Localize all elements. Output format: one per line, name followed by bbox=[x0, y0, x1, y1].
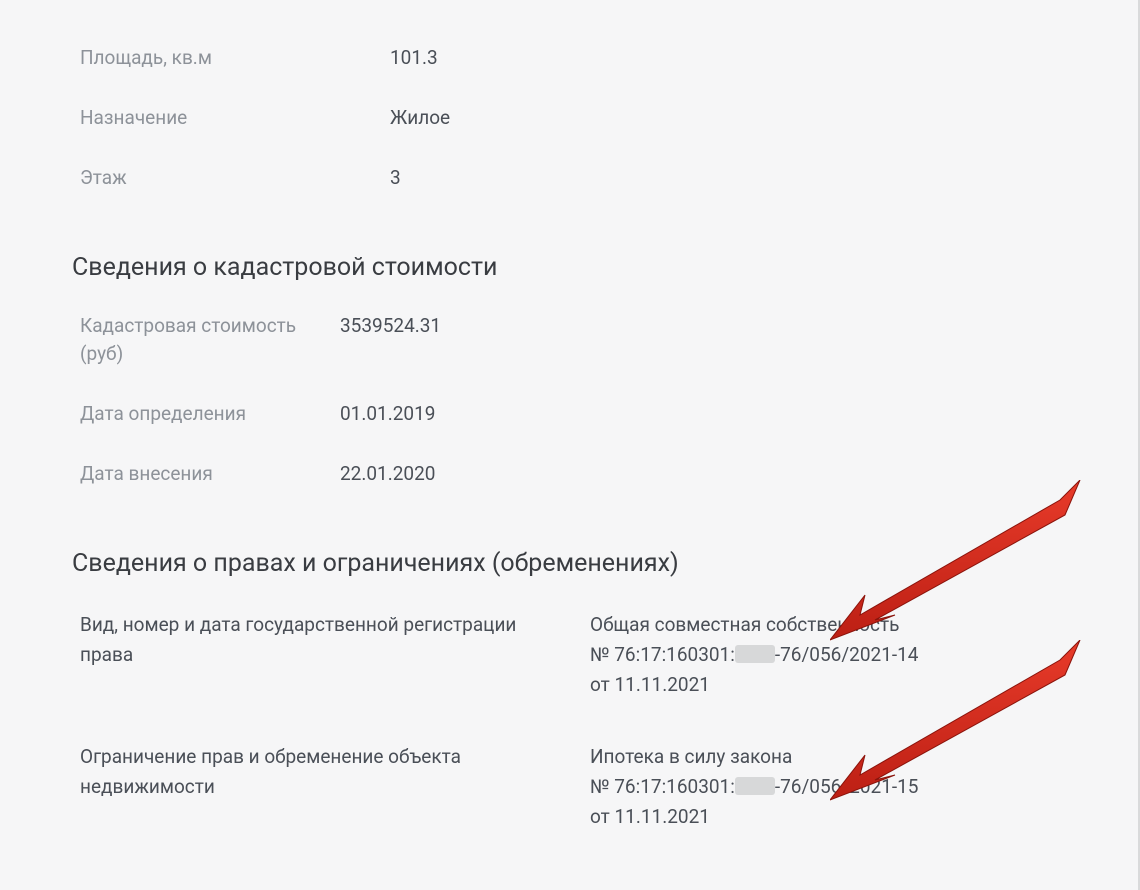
encumbrance-number-prefix: № 76:17:160301: bbox=[590, 775, 735, 798]
row-determination-date: Дата определения 01.01.2019 bbox=[80, 384, 1058, 444]
purpose-value: Жилое bbox=[390, 104, 1058, 132]
row-floor: Этаж 3 bbox=[80, 148, 1058, 208]
encumbrance-value-line1: Ипотека в силу закона bbox=[590, 742, 1058, 772]
entry-date-label: Дата внесения bbox=[80, 460, 340, 488]
floor-value: 3 bbox=[390, 164, 1058, 192]
encumbrance-value: Ипотека в силу закона № 76:17:160301: -76… bbox=[590, 742, 1058, 832]
determination-date-value: 01.01.2019 bbox=[340, 400, 1058, 428]
registration-label: Вид, номер и дата государственной регист… bbox=[80, 610, 590, 670]
cadastral-cost-label: Кадастровая стоимость (руб) bbox=[80, 312, 340, 368]
row-area: Площадь, кв.м 101.3 bbox=[80, 28, 1058, 88]
row-registration: Вид, номер и дата государственной регист… bbox=[80, 592, 1058, 724]
encumbrance-value-line2: № 76:17:160301: -76/056/2021-15 bbox=[590, 772, 1058, 802]
cadastral-cost-value: 3539524.31 bbox=[340, 312, 1058, 340]
area-label: Площадь, кв.м bbox=[80, 44, 390, 72]
section-cadastral: Кадастровая стоимость (руб) 3539524.31 Д… bbox=[0, 296, 1138, 504]
determination-date-label: Дата определения bbox=[80, 400, 340, 428]
redaction-block-icon bbox=[735, 777, 775, 795]
redaction-block-icon bbox=[735, 645, 775, 663]
registration-value: Общая совместная собственность № 76:17:1… bbox=[590, 610, 1058, 700]
document-page: Площадь, кв.м 101.3 Назначение Жилое Эта… bbox=[0, 0, 1140, 890]
rights-section-title-real: Сведения о правах и ограничениях (обреме… bbox=[0, 504, 1138, 592]
cadastral-section-title: Сведения о кадастровой стоимости bbox=[0, 208, 1138, 296]
section-rights: Вид, номер и дата государственной регист… bbox=[0, 592, 1138, 856]
registration-value-line2: № 76:17:160301: -76/056/2021-14 bbox=[590, 640, 1058, 670]
row-cadastral-cost: Кадастровая стоимость (руб) 3539524.31 bbox=[80, 296, 1058, 384]
section-basic: Площадь, кв.м 101.3 Назначение Жилое Эта… bbox=[0, 28, 1138, 208]
encumbrance-value-line3: от 11.11.2021 bbox=[590, 802, 1058, 832]
registration-value-line3: от 11.11.2021 bbox=[590, 670, 1058, 700]
entry-date-value: 22.01.2020 bbox=[340, 460, 1058, 488]
encumbrance-label: Ограничение прав и обременение объекта н… bbox=[80, 742, 590, 802]
encumbrance-number-suffix: -76/056/2021-15 bbox=[775, 775, 919, 798]
registration-number-prefix: № 76:17:160301: bbox=[590, 643, 735, 666]
floor-label: Этаж bbox=[80, 164, 390, 192]
row-purpose: Назначение Жилое bbox=[80, 88, 1058, 148]
registration-value-line1: Общая совместная собственность bbox=[590, 610, 1058, 640]
row-encumbrance: Ограничение прав и обременение объекта н… bbox=[80, 724, 1058, 856]
row-entry-date: Дата внесения 22.01.2020 bbox=[80, 444, 1058, 504]
purpose-label: Назначение bbox=[80, 104, 390, 132]
registration-number-suffix: -76/056/2021-14 bbox=[775, 643, 919, 666]
area-value: 101.3 bbox=[390, 44, 1058, 72]
